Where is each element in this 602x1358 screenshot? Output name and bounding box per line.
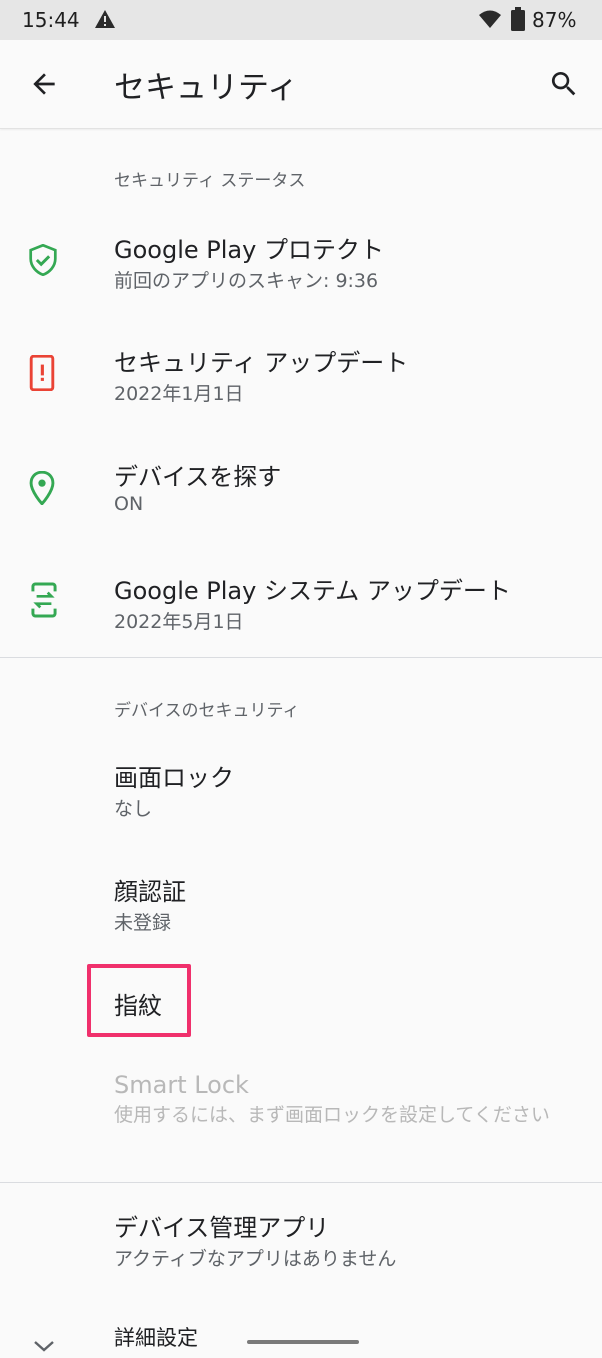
divider xyxy=(0,1182,602,1183)
item-title: Google Play プロテクト xyxy=(114,236,384,264)
status-bar: 15:44 87% xyxy=(0,0,602,40)
page-title: セキュリティ xyxy=(114,70,299,106)
search-icon[interactable] xyxy=(548,68,580,104)
item-advanced-settings[interactable]: 詳細設定 xyxy=(0,1312,602,1355)
item-smart-lock: Smart Lock 使用するには、まず画面ロックを設定してください xyxy=(0,1061,602,1171)
battery-percent: 87% xyxy=(532,8,577,32)
item-find-device[interactable]: デバイスを探す ON xyxy=(0,447,602,547)
item-title: Google Play システム アップデート xyxy=(114,577,511,605)
item-title: セキュリティ アップデート xyxy=(114,349,409,377)
item-subtitle: アクティブなアプリはありません xyxy=(114,1248,397,1270)
item-screen-lock[interactable]: 画面ロック なし xyxy=(0,748,602,848)
battery-icon xyxy=(511,7,525,36)
item-title: デバイスを探す xyxy=(114,463,282,491)
item-title: 詳細設定 xyxy=(114,1326,198,1350)
phone-alert-icon xyxy=(28,354,56,395)
warning-icon xyxy=(94,9,116,34)
item-subtitle: なし xyxy=(114,798,153,820)
highlight-box xyxy=(87,964,191,1037)
section-header-security-status: セキュリティ ステータス xyxy=(114,171,306,191)
item-subtitle: 使用するには、まず画面ロックを設定してください xyxy=(114,1104,550,1126)
item-device-admin-apps[interactable]: デバイス管理アプリ アクティブなアプリはありません xyxy=(0,1198,602,1298)
item-title: 顔認証 xyxy=(114,878,186,906)
back-arrow-icon[interactable] xyxy=(28,68,60,104)
item-subtitle: 前回のアプリのスキャン: 9:36 xyxy=(114,270,379,292)
shield-check-icon xyxy=(28,243,58,280)
status-time: 15:44 xyxy=(22,8,80,32)
item-title: Smart Lock xyxy=(114,1071,249,1099)
item-face-unlock[interactable]: 顔認証 未登録 xyxy=(0,862,602,962)
item-security-update[interactable]: セキュリティ アップデート 2022年1月1日 xyxy=(0,333,602,433)
chevron-down-icon[interactable] xyxy=(32,1338,56,1358)
location-pin-icon xyxy=(28,470,56,509)
app-bar: セキュリティ xyxy=(0,40,602,129)
item-title: デバイス管理アプリ xyxy=(114,1214,330,1242)
item-subtitle: ON xyxy=(114,493,144,515)
item-subtitle: 未登録 xyxy=(114,912,172,934)
section-header-device-security: デバイスのセキュリティ xyxy=(114,701,300,721)
wifi-icon xyxy=(478,9,502,34)
item-google-play-protect[interactable]: Google Play プロテクト 前回のアプリのスキャン: 9:36 xyxy=(0,220,602,320)
item-play-system-update[interactable]: Google Play システム アップデート 2022年5月1日 xyxy=(0,561,602,655)
item-subtitle: 2022年5月1日 xyxy=(114,611,244,633)
system-update-icon xyxy=(28,581,60,623)
home-indicator[interactable] xyxy=(247,1340,359,1344)
divider xyxy=(0,657,602,658)
item-title: 画面ロック xyxy=(114,764,234,792)
item-subtitle: 2022年1月1日 xyxy=(114,383,244,405)
